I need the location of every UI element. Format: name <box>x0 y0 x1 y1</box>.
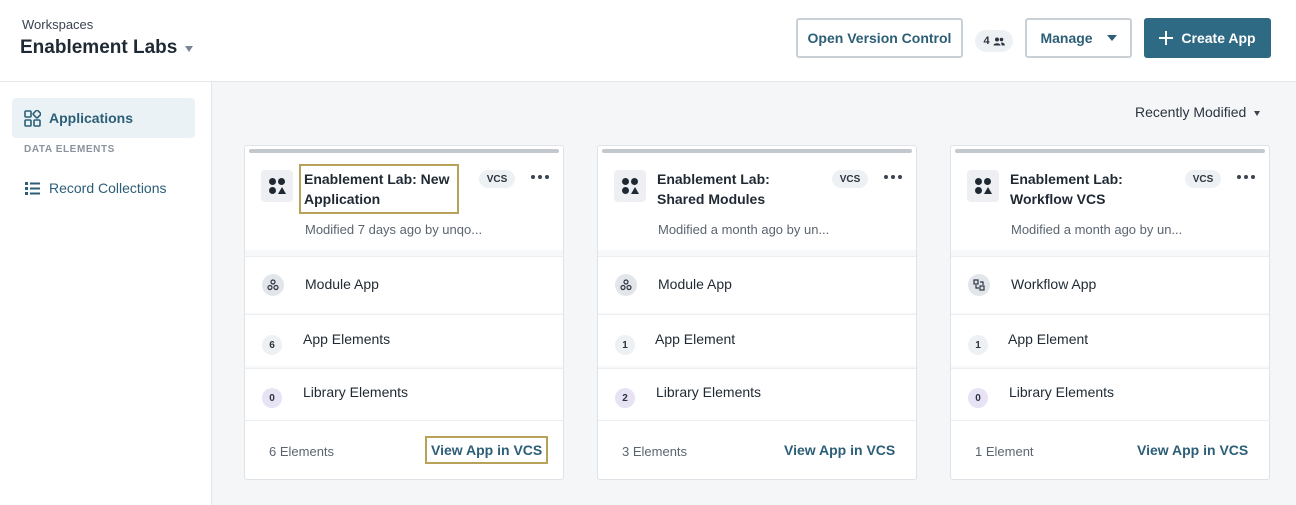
manage-dropdown[interactable]: Manage <box>1025 18 1132 58</box>
library-elements-count: 0 <box>262 388 282 408</box>
library-elements-label: Library Elements <box>656 384 762 400</box>
workspace-name: Enablement Labs <box>20 37 178 58</box>
create-app-label: Create App <box>1181 30 1256 46</box>
vcs-badge: VCS <box>1185 170 1221 188</box>
workspace-selector[interactable]: Enablement Labs <box>20 37 194 59</box>
app-type-row: Module App <box>598 256 916 313</box>
app-card: Enablement Lab: Workflow VCS VCS Modifie… <box>950 145 1270 480</box>
app-type-label: Module App <box>658 276 732 292</box>
app-type-row: Module App <box>245 256 563 313</box>
view-app-in-vcs-link[interactable]: View App in VCS <box>424 436 549 464</box>
card-modified-text: Modified a month ago by un... <box>1011 222 1183 237</box>
app-type-label: Workflow App <box>1011 276 1097 292</box>
plus-icon <box>1159 31 1174 45</box>
more-options-icon[interactable] <box>531 175 549 181</box>
library-elements-count: 0 <box>968 388 988 408</box>
chevron-down-icon <box>1106 35 1117 41</box>
library-elements-label: Library Elements <box>303 384 409 400</box>
app-card: Enablement Lab: New Application VCS Modi… <box>244 145 564 480</box>
vcs-badge: VCS <box>479 170 515 188</box>
workspace-users-button[interactable]: 4 <box>975 30 1013 52</box>
sidebar-item-record-collections[interactable]: Record Collections <box>12 168 195 208</box>
create-app-button[interactable]: Create App <box>1144 18 1271 58</box>
more-options-icon[interactable] <box>884 175 902 181</box>
app-elements-count: 1 <box>968 335 988 355</box>
app-elements-row: 1 App Element <box>598 314 916 366</box>
card-top-bar <box>249 149 559 153</box>
card-title[interactable]: Enablement Lab: Shared Modules <box>657 169 807 209</box>
library-elements-row: 0 Library Elements <box>245 368 563 420</box>
app-type-row: Workflow App <box>951 256 1269 313</box>
element-total: 6 Elements <box>269 444 335 459</box>
manage-label: Manage <box>1040 30 1093 46</box>
module-app-icon <box>614 170 646 202</box>
applications-icon <box>24 109 41 127</box>
sidebar-section-heading: DATA ELEMENTS <box>24 144 115 155</box>
app-elements-label: App Element <box>655 331 736 347</box>
app-type-label: Module App <box>305 276 379 292</box>
vcs-badge: VCS <box>832 170 868 188</box>
element-total: 3 Elements <box>622 444 688 459</box>
module-app-type-icon <box>615 274 637 296</box>
element-total: 1 Element <box>975 444 1034 459</box>
workflow-app-type-icon <box>968 274 990 296</box>
library-elements-label: Library Elements <box>1009 384 1115 400</box>
library-elements-count: 2 <box>615 388 635 408</box>
library-elements-row: 2 Library Elements <box>598 368 916 420</box>
sort-label: Recently Modified <box>1135 104 1247 120</box>
card-top-bar <box>602 149 912 153</box>
view-app-in-vcs-link[interactable]: View App in VCS <box>1137 442 1248 458</box>
app-elements-label: App Elements <box>303 331 391 347</box>
record-collections-icon <box>25 181 40 195</box>
card-header: Enablement Lab: New Application VCS Modi… <box>245 154 563 250</box>
card-modified-text: Modified a month ago by un... <box>658 222 830 237</box>
open-version-control-button[interactable]: Open Version Control <box>796 18 963 58</box>
chevron-down-icon <box>185 46 194 52</box>
sidebar: Applications DATA ELEMENTS Record Collec… <box>0 82 212 505</box>
card-header: Enablement Lab: Shared Modules VCS Modif… <box>598 154 916 250</box>
view-app-in-vcs-link[interactable]: View App in VCS <box>784 442 895 458</box>
card-top-bar <box>955 149 1265 153</box>
app-elements-count: 1 <box>615 335 635 355</box>
users-icon <box>993 37 1005 45</box>
app-elements-row: 1 App Element <box>951 314 1269 366</box>
card-header: Enablement Lab: Workflow VCS VCS Modifie… <box>951 154 1269 250</box>
workspace-label: Workspaces <box>22 17 94 32</box>
top-header: Workspaces Enablement Labs Open Version … <box>0 0 1296 82</box>
sidebar-item-label: Applications <box>49 110 134 126</box>
more-options-icon[interactable] <box>1237 175 1255 181</box>
app-elements-row: 6 App Elements <box>245 314 563 366</box>
sidebar-item-label: Record Collections <box>49 180 167 196</box>
library-elements-row: 0 Library Elements <box>951 368 1269 420</box>
card-modified-text: Modified 7 days ago by unqo... <box>305 222 483 237</box>
app-card: Enablement Lab: Shared Modules VCS Modif… <box>597 145 917 480</box>
module-app-type-icon <box>262 274 284 296</box>
chevron-down-icon <box>1254 110 1261 116</box>
app-elements-label: App Element <box>1008 331 1089 347</box>
card-footer: 3 Elements View App in VCS <box>598 420 916 479</box>
card-title[interactable]: Enablement Lab: Workflow VCS <box>1010 169 1186 209</box>
users-count: 4 <box>983 35 990 47</box>
card-footer: 1 Element View App in VCS <box>951 420 1269 479</box>
app-elements-count: 6 <box>262 335 282 355</box>
card-title[interactable]: Enablement Lab: New Application <box>299 164 459 214</box>
sort-dropdown[interactable]: Recently Modified <box>1135 104 1261 120</box>
sidebar-item-applications[interactable]: Applications <box>12 98 195 138</box>
module-app-icon <box>261 170 293 202</box>
module-app-icon <box>967 170 999 202</box>
card-footer: 6 Elements View App in VCS <box>245 420 563 479</box>
